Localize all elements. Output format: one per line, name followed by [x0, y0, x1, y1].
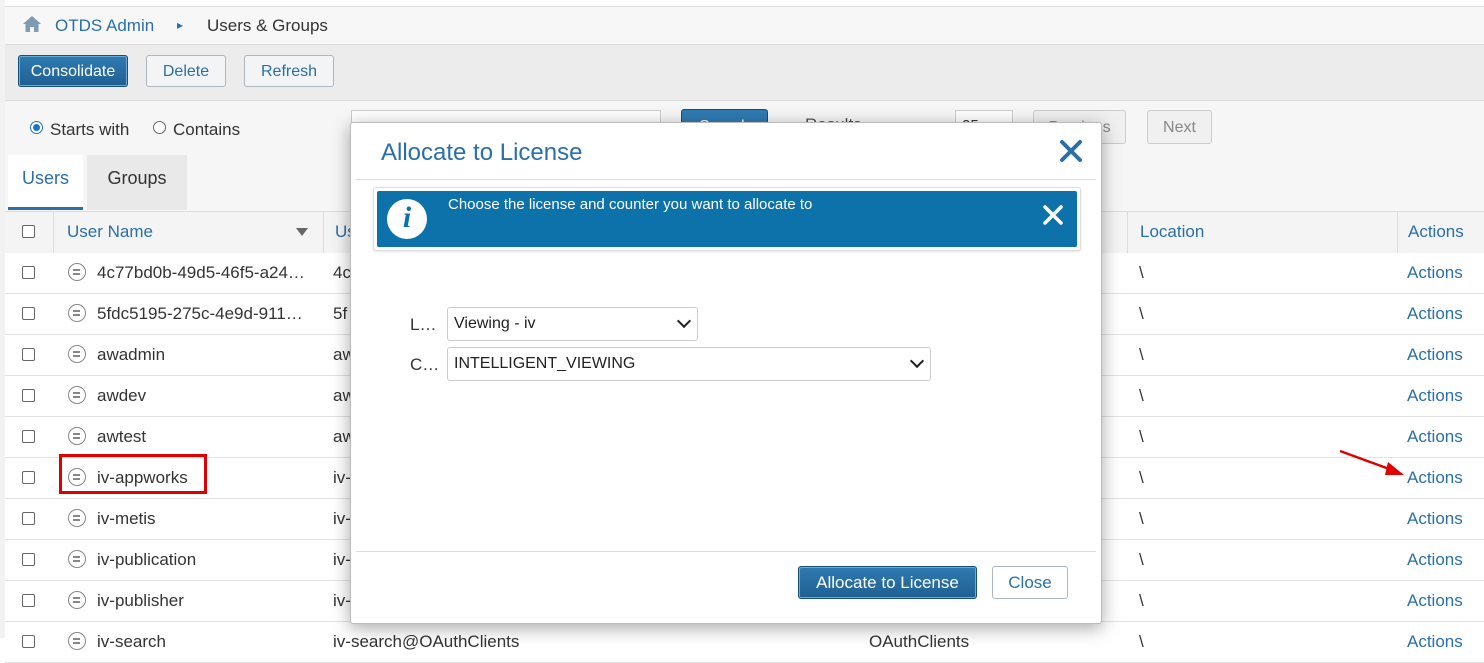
info-close-icon[interactable] [1042, 204, 1064, 226]
actions-link[interactable]: Actions [1407, 540, 1477, 580]
user-name: iv-search [97, 632, 166, 651]
red-arrow-icon [1339, 449, 1404, 475]
row-checkbox[interactable] [22, 348, 35, 361]
user-name: awdev [97, 386, 147, 405]
user-icon [68, 509, 86, 527]
info-text: Choose the license and counter you want … [448, 196, 813, 213]
tab-groups[interactable]: Groups [87, 155, 187, 210]
license-select-value: Viewing - iv [454, 315, 536, 332]
breadcrumb-current: Users & Groups [207, 16, 328, 35]
actions-link[interactable]: Actions [1407, 458, 1477, 498]
dialog-close-icon[interactable] [1057, 137, 1085, 165]
actions-link[interactable]: Actions [1407, 622, 1477, 662]
delete-button[interactable]: Delete [146, 55, 226, 87]
row-checkbox[interactable] [22, 553, 35, 566]
breadcrumb: OTDS Admin ▸ Users & Groups [5, 6, 1484, 45]
user-icon [68, 632, 86, 650]
actions-link[interactable]: Actions [1407, 335, 1477, 375]
allocate-to-license-button[interactable]: Allocate to License [798, 566, 977, 599]
consolidate-button[interactable]: Consolidate [18, 55, 128, 87]
starts-with-label: Starts with [50, 120, 130, 139]
breadcrumb-separator-icon: ▸ [177, 18, 184, 32]
row-checkbox[interactable] [22, 594, 35, 607]
starts-with-radio[interactable] [30, 121, 43, 134]
license-select[interactable]: Viewing - iv [447, 307, 698, 341]
actions-link[interactable]: Actions [1407, 581, 1477, 621]
counter-select-value: INTELLIGENT_VIEWING [454, 355, 636, 372]
user-icon [68, 550, 86, 568]
user-partition: OAuthClients [869, 632, 970, 651]
user-icon [68, 591, 86, 609]
table-row[interactable]: iv-search iv-search@OAuthClients OAuthCl… [5, 622, 1484, 663]
close-button[interactable]: Close [992, 566, 1068, 599]
user-name: iv-publisher [97, 591, 184, 610]
dialog-title: Allocate to License [381, 139, 583, 166]
chevron-down-icon [676, 313, 692, 329]
user-icon [68, 304, 86, 322]
user-name: iv-publication [97, 550, 197, 569]
user-location: \ [1139, 591, 1144, 610]
actions-link[interactable]: Actions [1407, 253, 1477, 293]
select-all-checkbox[interactable] [22, 225, 35, 238]
user-icon [68, 263, 86, 281]
tab-users[interactable]: Users [8, 155, 83, 210]
next-button[interactable]: Next [1147, 110, 1212, 144]
user-location: \ [1139, 468, 1144, 487]
user-location: \ [1139, 550, 1144, 569]
row-checkbox[interactable] [22, 266, 35, 279]
user-icon [68, 345, 86, 363]
counter-select[interactable]: INTELLIGENT_VIEWING [447, 347, 931, 381]
user-location: \ [1139, 345, 1144, 364]
user-name: awadmin [97, 345, 166, 364]
user-name: awtest [97, 427, 147, 446]
row-checkbox[interactable] [22, 389, 35, 402]
contains-radio[interactable] [153, 121, 166, 134]
info-banner: i Choose the license and counter you wan… [377, 191, 1077, 247]
home-icon[interactable] [22, 15, 42, 33]
user-id: iv-search@OAuthClients [333, 632, 520, 651]
user-icon [68, 427, 86, 445]
license-label: L… [410, 315, 437, 334]
column-location[interactable]: Location [1140, 212, 1204, 253]
column-user-name[interactable]: User Name [67, 212, 153, 253]
actions-link[interactable]: Actions [1407, 294, 1477, 334]
row-checkbox[interactable] [22, 307, 35, 320]
counter-label: C… [410, 355, 440, 374]
actions-link[interactable]: Actions [1407, 499, 1477, 539]
user-location: \ [1139, 509, 1144, 528]
user-location: \ [1139, 427, 1144, 446]
row-checkbox[interactable] [22, 430, 35, 443]
info-icon: i [387, 199, 427, 239]
user-location: \ [1139, 304, 1144, 323]
column-actions: Actions [1408, 222, 1464, 241]
user-name: 4c77bd0b-49d5-46f5-a24… [97, 263, 305, 282]
user-location: \ [1139, 386, 1144, 405]
chevron-down-icon [909, 353, 925, 369]
row-checkbox[interactable] [22, 635, 35, 648]
sort-descending-icon[interactable] [296, 228, 308, 236]
info-message: i Choose the license and counter you wan… [373, 187, 1081, 251]
actions-link[interactable]: Actions [1407, 417, 1477, 457]
actions-link[interactable]: Actions [1407, 376, 1477, 416]
user-name: iv-metis [97, 509, 156, 528]
breadcrumb-root-link[interactable]: OTDS Admin [55, 16, 154, 36]
user-name: 5fdc5195-275c-4e9d-911… [97, 304, 303, 323]
contains-label: Contains [173, 120, 241, 139]
row-checkbox[interactable] [22, 512, 35, 525]
user-icon [68, 386, 86, 404]
user-location: \ [1139, 632, 1144, 651]
row-checkbox[interactable] [22, 471, 35, 484]
toolbar: Consolidate Delete Refresh [5, 45, 1484, 101]
refresh-button[interactable]: Refresh [244, 55, 334, 87]
allocate-license-dialog: Allocate to License i Choose the license… [350, 122, 1102, 624]
user-location: \ [1139, 263, 1144, 282]
highlight-box [59, 454, 207, 494]
